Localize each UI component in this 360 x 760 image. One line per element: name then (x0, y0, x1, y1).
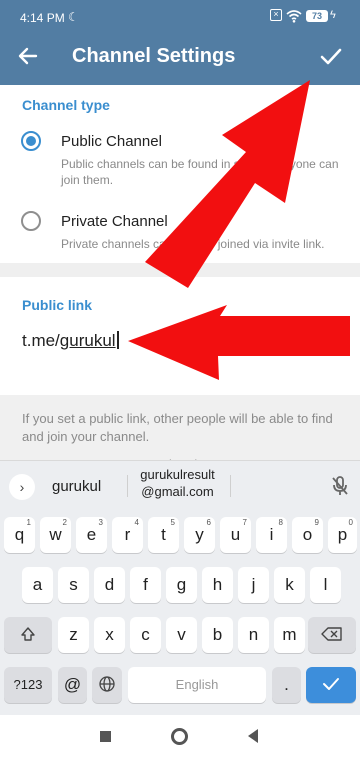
key-h[interactable]: h (202, 567, 233, 603)
key-c[interactable]: c (130, 617, 161, 653)
suggestion-2-bottom: @gmail.com (141, 484, 214, 499)
key-m[interactable]: m (274, 617, 305, 653)
symbols-key[interactable]: ?123 (4, 667, 52, 703)
shift-icon (21, 627, 35, 641)
key-w[interactable]: w2 (40, 517, 71, 553)
charging-icon: ϟ (330, 9, 336, 21)
space-key[interactable]: English (128, 667, 266, 703)
key-s[interactable]: s (58, 567, 89, 603)
key-r[interactable]: r4 (112, 517, 143, 553)
public-link-input[interactable]: t.me/gurukul (22, 331, 119, 351)
info-line-1: If you set a public link, other people w… (22, 411, 333, 444)
chevron-right-icon[interactable]: › (9, 474, 35, 500)
private-channel-desc: Private channels can only be joined via … (61, 237, 325, 251)
status-time: 4:14 PM (20, 11, 65, 25)
link-prefix: t.me/ (22, 331, 60, 350)
suggestion-bar: › gurukul gurukulresult @gmail.com (0, 461, 360, 509)
at-key[interactable]: @ (58, 667, 87, 703)
red-arrow-to-link (128, 305, 350, 380)
done-check-icon[interactable] (318, 44, 344, 68)
soft-keyboard: › gurukul gurukulresult @gmail.com q1 w2… (0, 460, 360, 715)
globe-icon (99, 676, 115, 692)
status-bar: 4:14 PM ☾ × 73 ϟ (0, 0, 360, 34)
check-icon (323, 678, 339, 690)
key-a[interactable]: a (22, 567, 53, 603)
key-b[interactable]: b (202, 617, 233, 653)
app-header: 4:14 PM ☾ × 73 ϟ Channel Settings (0, 0, 360, 85)
battery-icon: 73 (306, 10, 328, 22)
system-nav-bar (0, 715, 360, 760)
key-o[interactable]: o9 (292, 517, 323, 553)
key-x[interactable]: x (94, 617, 125, 653)
key-k[interactable]: k (274, 567, 305, 603)
key-z[interactable]: z (58, 617, 89, 653)
recents-icon[interactable] (100, 731, 111, 742)
suggestion-1[interactable]: gurukul (52, 478, 101, 495)
link-value: gurukul (59, 331, 116, 350)
sim-icon: × (270, 9, 282, 21)
page-title: Channel Settings (72, 45, 236, 67)
public-channel-radio[interactable] (21, 131, 41, 151)
key-j[interactable]: j (238, 567, 269, 603)
enter-key[interactable] (306, 667, 356, 703)
private-channel-title[interactable]: Private Channel (61, 213, 168, 230)
key-p[interactable]: p0 (328, 517, 357, 553)
language-key[interactable] (92, 667, 122, 703)
key-y[interactable]: y6 (184, 517, 215, 553)
text-cursor (116, 331, 119, 349)
key-d[interactable]: d (94, 567, 125, 603)
key-n[interactable]: n (238, 617, 269, 653)
key-v[interactable]: v (166, 617, 197, 653)
key-f[interactable]: f (130, 567, 161, 603)
key-l[interactable]: l (310, 567, 341, 603)
period-key[interactable]: . (272, 667, 301, 703)
section-divider (0, 263, 360, 277)
key-e[interactable]: e3 (76, 517, 107, 553)
suggestion-2[interactable]: gurukulresult @gmail.com (120, 466, 235, 500)
public-channel-desc: Public channels can be found in search, … (61, 157, 339, 187)
channel-type-label: Channel type (22, 97, 110, 113)
suggestion-2-top: gurukulresult (140, 467, 215, 482)
key-t[interactable]: t5 (148, 517, 179, 553)
wifi-icon (286, 10, 302, 23)
key-i[interactable]: i8 (256, 517, 287, 553)
key-q[interactable]: q1 (4, 517, 35, 553)
key-g[interactable]: g (166, 567, 197, 603)
back-arrow-icon[interactable] (16, 44, 40, 68)
private-channel-radio[interactable] (21, 211, 41, 231)
nav-back-icon[interactable] (246, 728, 260, 744)
suggestion-divider (230, 475, 231, 497)
backspace-key[interactable] (308, 617, 356, 653)
mic-off-icon[interactable] (330, 475, 350, 497)
shift-key[interactable] (4, 617, 52, 653)
public-link-label: Public link (22, 297, 93, 313)
public-channel-title[interactable]: Public Channel (61, 133, 162, 150)
notification-icon: ☾ (68, 10, 79, 24)
home-icon[interactable] (171, 728, 188, 745)
key-u[interactable]: u7 (220, 517, 251, 553)
backspace-icon (321, 627, 342, 641)
